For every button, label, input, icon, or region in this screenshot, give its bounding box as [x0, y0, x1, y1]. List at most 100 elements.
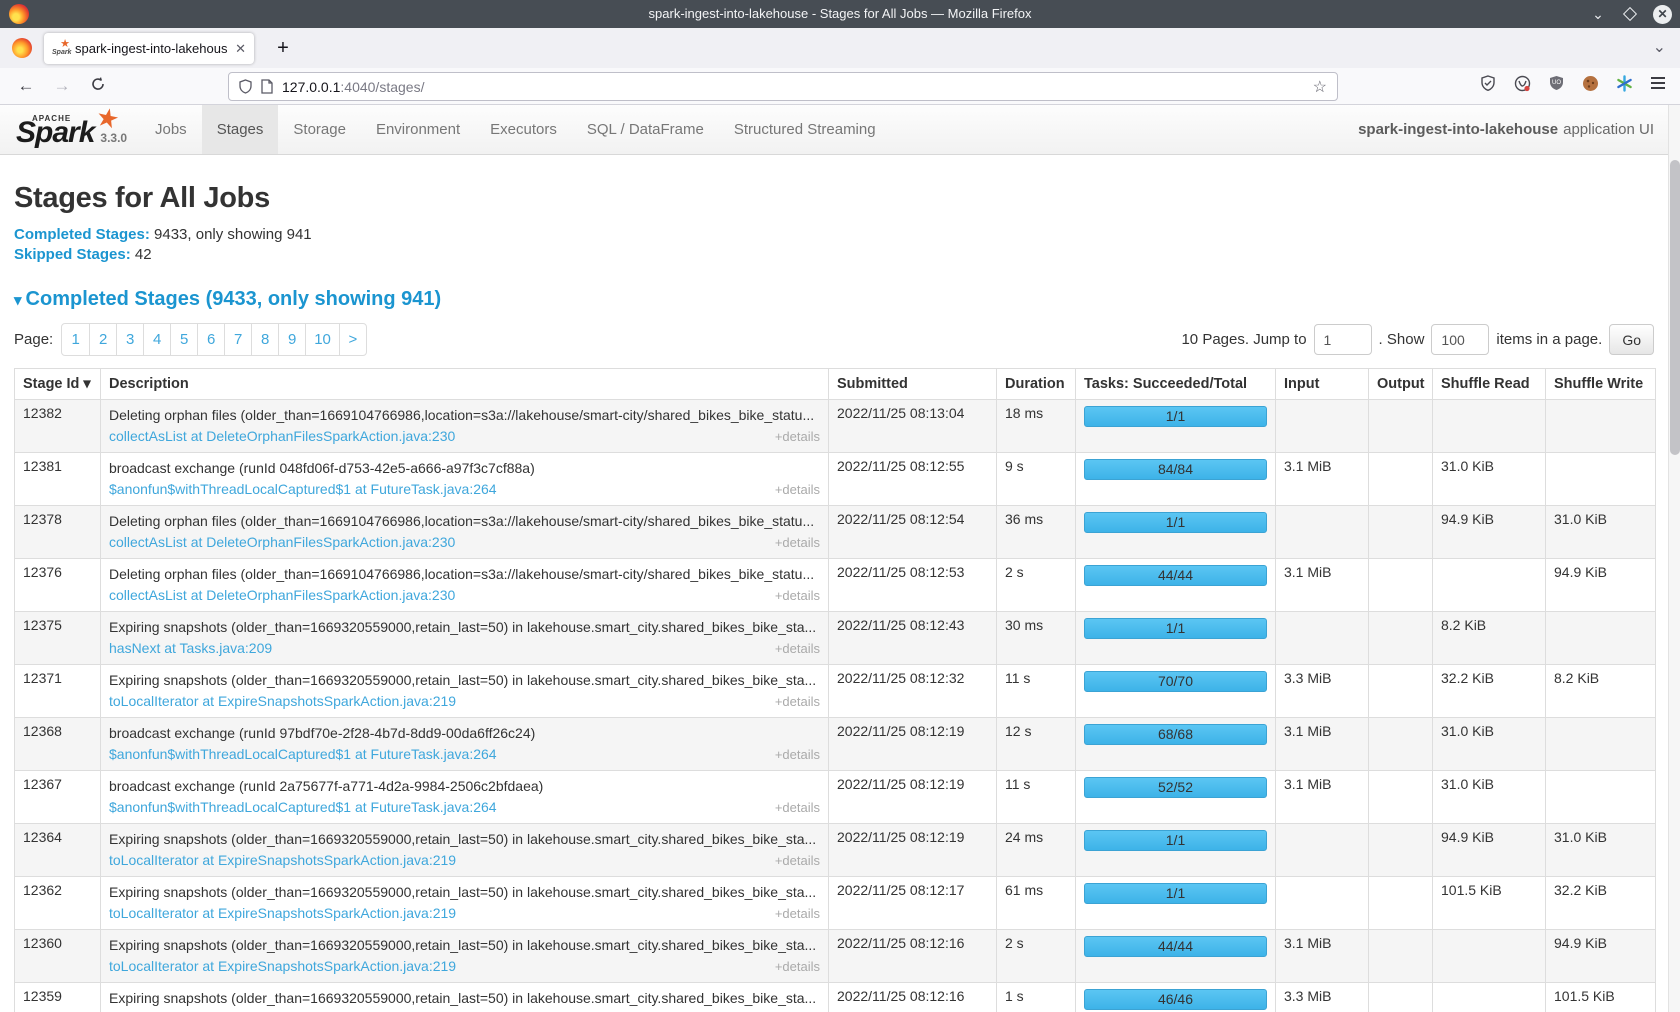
go-button[interactable]: Go: [1609, 324, 1654, 355]
details-toggle[interactable]: +details: [775, 479, 820, 500]
window-close-icon[interactable]: ✕: [1653, 5, 1672, 24]
collapse-arrow-icon: ▾: [14, 292, 22, 309]
page-title: Stages for All Jobs: [14, 182, 1654, 215]
completed-stages-link[interactable]: Completed Stages:: [14, 226, 150, 243]
nav-item-environment[interactable]: Environment: [361, 105, 475, 154]
page-button-3[interactable]: 3: [116, 324, 143, 355]
back-icon[interactable]: ←: [14, 74, 38, 98]
page-button-5[interactable]: 5: [170, 324, 197, 355]
stage-detail-link[interactable]: hasNext at Tasks.java:209: [109, 638, 272, 659]
scrollbar-thumb[interactable]: [1670, 160, 1680, 455]
description-cell: Deleting orphan files (older_than=166910…: [101, 400, 829, 453]
column-header-description[interactable]: Description: [101, 369, 829, 400]
shield-icon[interactable]: [239, 79, 252, 94]
submitted-cell: 2022/11/25 08:12:54: [829, 506, 997, 559]
stage-row: 12382Deleting orphan files (older_than=1…: [15, 400, 1656, 453]
page-button-7[interactable]: 7: [224, 324, 251, 355]
stage-row: 12368broadcast exchange (runId 97bdf70e-…: [15, 718, 1656, 771]
stage-detail-link[interactable]: toLocalIterator at ExpireSnapshotsSparkA…: [109, 691, 456, 712]
nav-item-storage[interactable]: Storage: [278, 105, 361, 154]
page-button-9[interactable]: 9: [278, 324, 305, 355]
cookie-icon[interactable]: [1580, 73, 1600, 93]
column-header-input[interactable]: Input: [1276, 369, 1369, 400]
column-header-shuffle-read[interactable]: Shuffle Read: [1433, 369, 1546, 400]
stages-table-body: 12382Deleting orphan files (older_than=1…: [15, 400, 1656, 1012]
details-toggle[interactable]: +details: [775, 850, 820, 871]
details-toggle[interactable]: +details: [775, 691, 820, 712]
extension-asterisk-icon[interactable]: [1614, 73, 1634, 93]
stage-detail-link[interactable]: collectAsList at DeleteOrphanFilesSparkA…: [109, 426, 455, 447]
stage-detail-link[interactable]: collectAsList at DeleteOrphanFilesSparkA…: [109, 585, 455, 606]
column-header-tasks-succeeded-total[interactable]: Tasks: Succeeded/Total: [1076, 369, 1276, 400]
details-toggle[interactable]: +details: [775, 585, 820, 606]
column-header-stage-id[interactable]: Stage Id ▾: [15, 369, 101, 400]
url-bar[interactable]: 127.0.0.1:4040/stages/ ☆: [228, 72, 1338, 101]
page-button-1[interactable]: 1: [62, 324, 89, 355]
jump-to-page-input[interactable]: [1314, 324, 1372, 355]
stage-row: 12371Expiring snapshots (older_than=1669…: [15, 665, 1656, 718]
account-mask-icon[interactable]: [1512, 73, 1532, 93]
skipped-stages-link[interactable]: Skipped Stages:: [14, 246, 131, 263]
tasks-progress-bar: 1/1: [1084, 883, 1267, 904]
column-header-submitted[interactable]: Submitted: [829, 369, 997, 400]
nav-item-jobs[interactable]: Jobs: [140, 105, 202, 154]
stage-detail-link[interactable]: $anonfun$withThreadLocalCaptured$1 at Fu…: [109, 744, 497, 765]
stage-detail-link[interactable]: $anonfun$withThreadLocalCaptured$1 at Fu…: [109, 479, 497, 500]
window-maximize-icon[interactable]: [1621, 5, 1639, 23]
page-button-4[interactable]: 4: [143, 324, 170, 355]
details-toggle[interactable]: +details: [775, 903, 820, 924]
tasks-cell: 44/44: [1076, 559, 1276, 612]
menu-hamburger-icon[interactable]: [1648, 73, 1668, 93]
window-minimize-icon[interactable]: ⌄: [1589, 5, 1607, 23]
page-button-2[interactable]: 2: [89, 324, 116, 355]
page-button-group: 12345678910>: [61, 323, 367, 356]
list-all-tabs-icon[interactable]: ⌄: [1653, 37, 1666, 57]
page-button-8[interactable]: 8: [251, 324, 278, 355]
stage-row: 12364Expiring snapshots (older_than=1669…: [15, 824, 1656, 877]
shuffle-write-cell: 101.5 KiB: [1546, 983, 1656, 1012]
reload-icon[interactable]: [86, 74, 110, 98]
stage-detail-link[interactable]: toLocalIterator at ExpireSnapshotsSparkA…: [109, 956, 456, 977]
next-page-button[interactable]: >: [339, 324, 366, 355]
input-cell: [1276, 506, 1369, 559]
page-button-10[interactable]: 10: [305, 324, 339, 355]
bookmark-star-icon[interactable]: ☆: [1313, 77, 1327, 97]
browser-tab[interactable]: ★ Spark spark-ingest-into-lakehous ✕: [44, 33, 254, 64]
column-header-output[interactable]: Output: [1369, 369, 1433, 400]
stage-detail-link[interactable]: collectAsList at DeleteOrphanFilesSparkA…: [109, 532, 455, 553]
tab-close-icon[interactable]: ✕: [235, 41, 246, 57]
nav-item-structured-streaming[interactable]: Structured Streaming: [719, 105, 891, 154]
page-info-icon[interactable]: [261, 79, 273, 94]
description-cell: Expiring snapshots (older_than=166932055…: [101, 877, 829, 930]
page-button-6[interactable]: 6: [197, 324, 224, 355]
stage-detail-link[interactable]: toLocalIterator at ExpireSnapshotsSparkA…: [109, 903, 456, 924]
submitted-cell: 2022/11/25 08:12:19: [829, 771, 997, 824]
items-per-page-input[interactable]: [1431, 324, 1489, 355]
spark-logo[interactable]: APACHE Spark ★ 3.3.0: [10, 105, 140, 154]
new-tab-button[interactable]: +: [270, 36, 296, 62]
stage-detail-link[interactable]: $anonfun$withThreadLocalCaptured$1 at Fu…: [109, 797, 497, 818]
page-scrollbar[interactable]: [1668, 105, 1680, 1012]
description-cell: Expiring snapshots (older_than=166932055…: [101, 930, 829, 983]
submitted-cell: 2022/11/25 08:12:17: [829, 877, 997, 930]
details-toggle[interactable]: +details: [775, 797, 820, 818]
output-cell: [1369, 453, 1433, 506]
ublock-shield-icon[interactable]: UO: [1546, 73, 1566, 93]
completed-stages-section-toggle[interactable]: ▾Completed Stages (9433, only showing 94…: [14, 288, 1654, 311]
details-toggle[interactable]: +details: [775, 426, 820, 447]
nav-item-stages[interactable]: Stages: [202, 105, 279, 154]
details-toggle[interactable]: +details: [775, 744, 820, 765]
forward-icon[interactable]: →: [50, 74, 74, 98]
column-header-shuffle-write[interactable]: Shuffle Write: [1546, 369, 1656, 400]
column-header-duration[interactable]: Duration: [997, 369, 1076, 400]
shuffle-write-cell: 94.9 KiB: [1546, 930, 1656, 983]
details-toggle[interactable]: +details: [775, 532, 820, 553]
shield-check-icon[interactable]: [1478, 73, 1498, 93]
stage-description: Expiring snapshots (older_than=166932055…: [109, 617, 820, 638]
details-toggle[interactable]: +details: [775, 956, 820, 977]
nav-item-sql-dataframe[interactable]: SQL / DataFrame: [572, 105, 719, 154]
tasks-cell: 84/84: [1076, 453, 1276, 506]
stage-detail-link[interactable]: toLocalIterator at ExpireSnapshotsSparkA…: [109, 850, 456, 871]
details-toggle[interactable]: +details: [775, 638, 820, 659]
nav-item-executors[interactable]: Executors: [475, 105, 572, 154]
